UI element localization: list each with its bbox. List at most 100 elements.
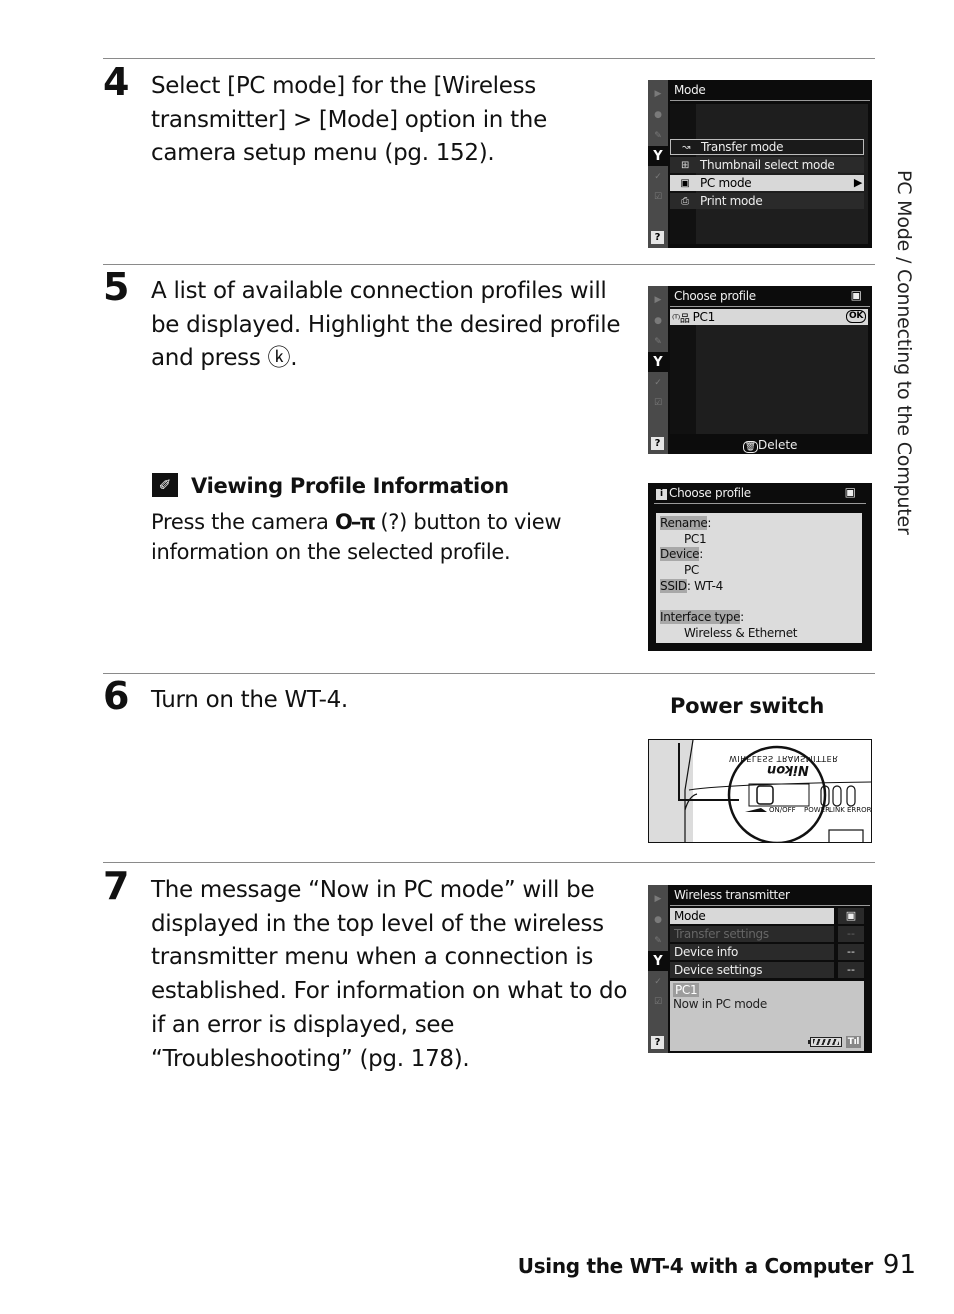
title-rule <box>654 503 866 504</box>
computer-icon: ▣ <box>838 908 864 924</box>
my-menu-icon: ☑ <box>653 997 663 1007</box>
profile-info-panel: Rename: PC1 Device: PC SSID: WT-4 Interf… <box>656 513 862 643</box>
title-rule <box>670 306 870 307</box>
retouch-icon: ✓ <box>654 977 662 987</box>
menu-item-transfer-settings: Transfer settings <box>670 926 834 942</box>
menu-item-thumbnail-select-mode[interactable]: ⊞ Thumbnail select mode <box>670 157 864 173</box>
signal-strength-icon: Tıl <box>846 1036 861 1048</box>
setup-wrench-icon: Y <box>648 352 668 372</box>
device-top-edge <box>688 781 871 791</box>
title-rule <box>670 100 870 101</box>
camera-body-side <box>649 740 693 842</box>
setup-wrench-icon: Y <box>648 951 668 971</box>
menu-item-label: Transfer settings <box>674 927 769 941</box>
custom-settings-icon: ✎ <box>654 131 662 141</box>
menu-item-pc-mode[interactable]: ▣ PC mode ▶ <box>670 175 864 191</box>
power-switch <box>756 785 774 805</box>
field-value: Wireless & Ethernet <box>684 625 798 640</box>
help-icon: ? <box>651 1036 664 1049</box>
onoff-label: ON/OFF <box>769 806 796 814</box>
step-text: Turn on the WT-4. <box>151 687 348 713</box>
status-message: Now in PC mode <box>673 997 767 1011</box>
my-menu-icon: ☑ <box>653 398 663 408</box>
status-panel: PC1 Now in PC mode Tıl <box>670 981 864 1051</box>
camera-screen-wireless-transmitter: ▶ ● ✎ Y ✓ ☑ ? Wireless transmitter Mode … <box>648 885 872 1053</box>
retouch-icon: ✓ <box>654 172 662 182</box>
trash-icon: 🗑 <box>742 441 758 453</box>
info-icon: i <box>656 489 667 500</box>
step-text: Select [PC mode] for the [Wireless trans… <box>151 73 547 167</box>
chevron-right-icon: ▶ <box>853 176 862 189</box>
error-led <box>846 785 856 807</box>
field-value: PC1 <box>684 531 707 546</box>
divider <box>103 264 875 265</box>
step-number: 4 <box>103 60 130 104</box>
step-text: The message “Now in PC mode” will be dis… <box>151 877 628 1072</box>
step-text: A list of available connection profiles … <box>151 278 621 372</box>
tip-text-before: Press the camera <box>151 510 329 534</box>
menu-item-label: Device info <box>674 945 739 959</box>
profile-list-panel <box>670 310 868 434</box>
delete-hint: 🗑 Delete <box>668 438 872 453</box>
protect-key-icon: O–π <box>334 510 376 534</box>
power-label: POWER <box>804 806 830 814</box>
menu-item-label: Mode <box>674 909 706 923</box>
screen-title: Choose profile <box>674 289 756 303</box>
printer-icon: ⎙ <box>681 195 689 207</box>
wt4-power-switch-illustration: WIRELESS TRANSMITTER Nikon ON/OFF POWER … <box>648 739 872 843</box>
help-icon: ? <box>651 231 664 244</box>
battery-icon <box>808 1037 842 1047</box>
divider <box>103 58 875 59</box>
error-label: ERROR <box>847 806 872 814</box>
camera-screen-mode: ▶ ● ✎ Y ✓ ☑ ? Mode ↝ Transfer mode ⊞ Thu… <box>648 80 872 248</box>
chapter-side-tab-label: PC Mode / Connecting to the Computer <box>893 170 915 535</box>
wireless-ethernet-icon: ⁽ᵀ⁾品 <box>672 313 690 325</box>
step-number: 7 <box>103 864 130 908</box>
page-number: 91 <box>882 1250 916 1280</box>
my-menu-icon: ☑ <box>653 192 663 202</box>
transfer-icon: ↝ <box>681 141 691 153</box>
title-rule <box>670 905 870 906</box>
menu-item-transfer-mode[interactable]: ↝ Transfer mode <box>670 139 864 155</box>
ok-badge: OK <box>845 310 866 323</box>
setup-wrench-icon: Y <box>648 146 668 166</box>
paperclip-note-icon: ✐ <box>152 473 178 497</box>
menu-rail: ▶ ● ✎ Y ✓ ☑ ? <box>648 80 668 248</box>
divider <box>103 673 875 674</box>
menu-item-value: -- <box>838 962 864 978</box>
menu-item-label: Transfer mode <box>701 140 784 154</box>
custom-settings-icon: ✎ <box>654 337 662 347</box>
menu-item-label: Thumbnail select mode <box>700 158 835 172</box>
delete-label: Delete <box>758 438 798 452</box>
profile-item-pc1[interactable]: ⁽ᵀ⁾品 PC1 OK <box>670 309 868 325</box>
camera-screen-choose-profile: ▶ ● ✎ Y ✓ ☑ ? Choose profile ▣ ⁽ᵀ⁾品 PC1 … <box>648 286 872 454</box>
link-led <box>832 785 842 807</box>
screen-title: Mode <box>674 83 706 97</box>
arrow-indicator <box>745 808 767 812</box>
field-label: Rename <box>660 516 708 530</box>
tip-title: Viewing Profile Information <box>191 474 509 498</box>
playback-icon: ▶ <box>654 894 662 904</box>
menu-rail: ▶ ● ✎ Y ✓ ☑ ? <box>648 286 668 454</box>
field-label: Device <box>660 547 700 562</box>
menu-item-value: -- <box>838 944 864 960</box>
shooting-icon: ● <box>654 110 662 120</box>
page-footer: Using the WT-4 with a Computer 91 <box>518 1250 916 1280</box>
menu-item-mode[interactable]: Mode <box>670 908 834 924</box>
menu-item-print-mode[interactable]: ⎙ Print mode <box>670 193 864 209</box>
shooting-icon: ● <box>654 915 662 925</box>
camera-screen-profile-info: i Choose profile ▣ Rename: PC1 Device: P… <box>648 483 872 651</box>
custom-settings-icon: ✎ <box>654 936 662 946</box>
computer-icon: ▣ <box>680 177 690 189</box>
menu-item-device-info[interactable]: Device info <box>670 944 834 960</box>
shooting-icon: ● <box>654 316 662 326</box>
field-value: WT-4 <box>694 578 723 593</box>
menu-item-device-settings[interactable]: Device settings <box>670 962 834 978</box>
screen-title: Choose profile <box>669 486 751 500</box>
power-switch-caption: Power switch <box>670 694 825 718</box>
divider <box>103 862 875 863</box>
thumbnail-grid-icon: ⊞ <box>680 159 690 171</box>
step-number: 5 <box>103 265 130 309</box>
screen-title: Wireless transmitter <box>674 888 790 902</box>
brand-logo-mirrored: Nikon <box>767 762 809 777</box>
